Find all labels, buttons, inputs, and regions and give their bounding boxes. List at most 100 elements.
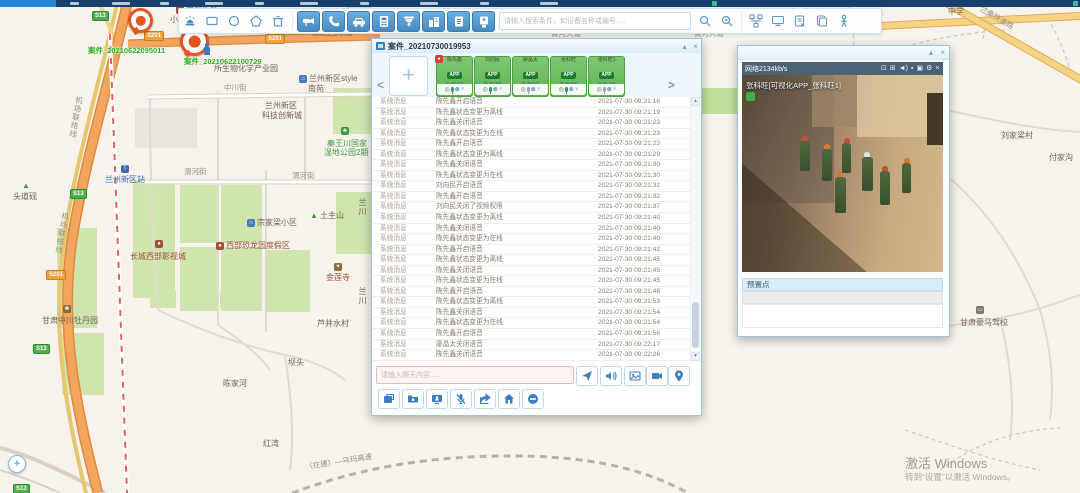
active-menu-tab[interactable] bbox=[0, 0, 56, 7]
add-member-button[interactable]: + bbox=[389, 56, 428, 96]
chevron-down-icon[interactable]: ∨ bbox=[461, 87, 465, 92]
fullscreen-icon[interactable]: ⊡ bbox=[881, 65, 887, 72]
menu-item[interactable] bbox=[112, 2, 130, 5]
clear-search-button[interactable] bbox=[717, 11, 737, 31]
send-image-button[interactable] bbox=[624, 366, 646, 386]
multi-window-button[interactable] bbox=[378, 389, 400, 409]
search-button[interactable] bbox=[695, 11, 715, 31]
member-card[interactable]: 张科旺1APP(9:46:18)◎⊗∨ bbox=[588, 56, 625, 97]
microphone-icon[interactable] bbox=[489, 87, 492, 92]
audio-icon[interactable]: ◄) bbox=[899, 65, 908, 72]
remove-member-icon[interactable]: ⊗ bbox=[531, 87, 536, 93]
member-card[interactable]: 张科旺APP(9:45:05)◎⊗∨ bbox=[550, 56, 587, 97]
remove-member-icon[interactable]: ⊗ bbox=[569, 87, 574, 93]
webcam-icon[interactable]: ◎ bbox=[559, 87, 564, 93]
member-card[interactable]: 刘向民APP(9:45:30)◎⊗∨ bbox=[474, 56, 511, 97]
menu-item[interactable] bbox=[205, 2, 223, 5]
webcam-icon[interactable]: ◎ bbox=[597, 87, 602, 93]
remove-member-icon[interactable]: ⊗ bbox=[493, 87, 498, 93]
member-card[interactable]: ●陈先鑫APP(9:45:42)◎⊗∨ bbox=[436, 56, 473, 97]
home-button[interactable] bbox=[498, 389, 520, 409]
report-copy-button[interactable] bbox=[812, 11, 832, 31]
snapshot-icon[interactable]: ▣ bbox=[917, 65, 924, 72]
settings-icon[interactable]: ⚙ bbox=[926, 65, 932, 72]
close-button[interactable]: × bbox=[690, 42, 701, 51]
building-layer-button[interactable] bbox=[422, 11, 445, 32]
terminal-layer-button[interactable] bbox=[372, 11, 395, 32]
person-marker-icon[interactable] bbox=[204, 47, 210, 55]
send-video-button[interactable] bbox=[646, 366, 668, 386]
minimize-button[interactable]: ▴ bbox=[929, 48, 933, 57]
case-archive-button[interactable] bbox=[402, 389, 424, 409]
monitor-wall-button[interactable] bbox=[768, 11, 788, 31]
menu-item[interactable] bbox=[160, 2, 169, 5]
scroll-right-icon[interactable]: > bbox=[668, 79, 675, 91]
menu-item[interactable] bbox=[540, 2, 558, 5]
menu-item[interactable] bbox=[255, 2, 264, 5]
close-button[interactable]: × bbox=[940, 48, 945, 57]
draw-rectangle-button[interactable] bbox=[202, 11, 222, 31]
scroll-thumb[interactable] bbox=[692, 302, 699, 348]
webcam-icon[interactable]: ◎ bbox=[483, 87, 488, 93]
close-icon[interactable]: × bbox=[935, 65, 939, 72]
phone-layer-button[interactable] bbox=[322, 11, 345, 32]
draw-polygon-button[interactable] bbox=[246, 11, 266, 31]
grid-view-icon[interactable]: ⊞ bbox=[890, 65, 896, 72]
chevron-down-icon[interactable]: ∨ bbox=[575, 87, 579, 92]
webcam-icon[interactable]: ◎ bbox=[521, 87, 526, 93]
microphone-icon[interactable] bbox=[603, 87, 606, 92]
webcam-icon[interactable]: ◎ bbox=[445, 87, 450, 93]
voice-broadcast-button[interactable] bbox=[600, 366, 622, 386]
microphone-icon[interactable] bbox=[565, 87, 568, 92]
scroll-up-icon[interactable]: ▲ bbox=[691, 97, 700, 106]
video-panel-titlebar[interactable]: ▴ × bbox=[738, 46, 949, 60]
scroll-down-icon[interactable]: ▼ bbox=[691, 352, 700, 361]
case-marker-pin[interactable] bbox=[128, 8, 153, 33]
block-member-button[interactable] bbox=[522, 389, 544, 409]
video-stream[interactable]: 张科旺[可视化APP_张科旺1] bbox=[742, 75, 943, 272]
member-card[interactable]: 廖晶太APP(9:46:07)◎⊗∨ bbox=[512, 56, 549, 97]
vehicle-layer-button[interactable] bbox=[347, 11, 370, 32]
chevron-down-icon[interactable]: ∨ bbox=[499, 87, 503, 92]
message-scrollbar[interactable]: ▲ ▼ bbox=[690, 97, 700, 361]
preset-point-row[interactable] bbox=[742, 291, 943, 304]
case-marker-label[interactable]: 案件_20210622100729 bbox=[184, 56, 262, 67]
menu-item[interactable] bbox=[480, 2, 489, 5]
chevron-down-icon[interactable]: ∨ bbox=[613, 87, 617, 92]
search-input[interactable] bbox=[499, 12, 691, 30]
chat-input[interactable] bbox=[376, 366, 574, 384]
cctv-camera-layer-button[interactable] bbox=[297, 11, 320, 32]
document-layer-button[interactable] bbox=[447, 11, 470, 32]
remove-member-icon[interactable]: ⊗ bbox=[607, 87, 612, 93]
case-dialog-titlebar[interactable]: 案件_20210730019953 ▴ × bbox=[372, 39, 701, 54]
alarm-tool-button[interactable] bbox=[180, 11, 200, 31]
draw-circle-button[interactable] bbox=[224, 11, 244, 31]
kiosk-layer-button[interactable] bbox=[472, 11, 495, 32]
remove-member-icon[interactable]: ⊗ bbox=[455, 87, 460, 93]
menu-item[interactable] bbox=[420, 2, 438, 5]
device-tree-button[interactable] bbox=[746, 11, 766, 31]
person-track-button[interactable] bbox=[834, 11, 854, 31]
scroll-left-icon[interactable]: < bbox=[377, 79, 384, 91]
microphone-icon[interactable] bbox=[527, 87, 530, 92]
message-type: 系统消息 bbox=[372, 171, 436, 181]
map-label: 坝头 bbox=[288, 359, 304, 367]
share-forward-button[interactable] bbox=[474, 389, 496, 409]
send-location-button[interactable] bbox=[668, 366, 690, 386]
delete-shapes-button[interactable] bbox=[268, 11, 288, 31]
menu-item[interactable] bbox=[70, 2, 79, 5]
message-time: 2021-07-30 09:21:23 bbox=[598, 129, 690, 139]
dome-camera-layer-button[interactable] bbox=[397, 11, 420, 32]
send-message-button[interactable] bbox=[576, 366, 598, 386]
report-edit-button[interactable] bbox=[790, 11, 810, 31]
microphone-icon[interactable] bbox=[451, 87, 454, 92]
chevron-down-icon[interactable]: ∨ bbox=[537, 87, 541, 92]
menu-item[interactable] bbox=[360, 2, 369, 5]
zoom-in-button[interactable]: + bbox=[8, 455, 26, 473]
minimize-button[interactable]: ▴ bbox=[679, 42, 690, 51]
mute-microphone-button[interactable] bbox=[450, 389, 472, 409]
menu-item[interactable] bbox=[300, 2, 318, 5]
record-icon[interactable]: ▪ bbox=[911, 65, 913, 72]
screen-share-button[interactable] bbox=[426, 389, 448, 409]
case-marker-label[interactable]: 案件_20210622095011 bbox=[88, 45, 165, 56]
